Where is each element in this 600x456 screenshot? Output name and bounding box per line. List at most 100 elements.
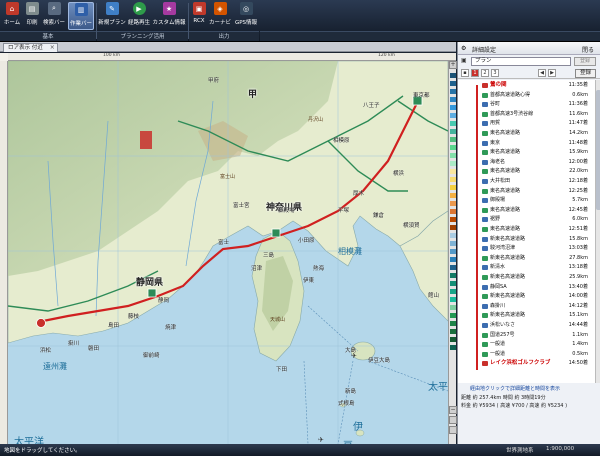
route-step-row[interactable]: 東名高速道路 12:45着 — [458, 207, 595, 214]
route-step-row[interactable]: 東名高速道路 14.2km — [458, 130, 595, 137]
route-step-row[interactable]: 海老名 12:00着 — [458, 159, 595, 166]
zoom-level[interactable] — [450, 89, 456, 94]
zoom-level[interactable] — [450, 305, 456, 310]
zoom-level[interactable] — [450, 217, 456, 222]
toolbar-button[interactable]: 1 — [471, 69, 479, 77]
zoom-level[interactable] — [450, 145, 456, 150]
search-bar-button[interactable]: ⌕ 検索バー — [43, 2, 65, 30]
route-step-row[interactable]: 首都高速3号渋谷線 11.6km — [458, 111, 595, 118]
zoom-level[interactable] — [450, 321, 456, 326]
route-step-name: 新東名高速道路 — [490, 274, 526, 280]
route-step-row[interactable]: 一般道 0.5km — [458, 351, 595, 358]
route-step-row[interactable]: 御殿場 5.7km — [458, 197, 595, 204]
zoom-level[interactable] — [450, 73, 456, 78]
zoom-level[interactable] — [450, 249, 456, 254]
home-button[interactable]: ⌂ ホーム — [3, 2, 21, 30]
zoom-level[interactable] — [450, 345, 456, 350]
map-option-button[interactable] — [449, 426, 457, 434]
custom-info-button[interactable]: ★ カスタム情報 — [153, 2, 186, 30]
route-step-row[interactable]: 静岡SA 13:40着 — [458, 284, 595, 291]
zoom-level[interactable] — [450, 121, 456, 126]
route-step-row[interactable]: 東名高速道路 15.9km — [458, 149, 595, 156]
register-button[interactable]: 登録 — [575, 69, 596, 78]
route-replay-button[interactable]: ▶ 経路再生 — [127, 2, 151, 30]
zoom-level[interactable] — [450, 225, 456, 230]
zoom-level[interactable] — [450, 201, 456, 206]
print-button[interactable]: ▤ 印刷 — [24, 2, 40, 30]
route-step-row[interactable]: 新東名高速道路 27.8km — [458, 255, 595, 262]
work-bar-button[interactable]: ▥ 作業バー — [68, 2, 94, 30]
zoom-level[interactable] — [450, 81, 456, 86]
route-step-row[interactable]: 東名高速道路 12:25着 — [458, 188, 595, 195]
new-plan-button[interactable]: ✎ 新規プラン — [98, 2, 126, 30]
zoom-level[interactable] — [450, 297, 456, 302]
route-step-row[interactable]: 大井松田 12:18着 — [458, 178, 595, 185]
zoom-out-button[interactable]: − — [449, 406, 457, 414]
route-step-row[interactable]: 用賀 11:47着 — [458, 120, 595, 127]
zoom-level[interactable] — [450, 337, 456, 342]
zoom-level[interactable] — [450, 257, 456, 262]
zoom-level[interactable] — [450, 329, 456, 334]
route-scrollbar[interactable] — [595, 80, 600, 383]
route-step-row[interactable]: 新東名高速道路 14:00着 — [458, 293, 595, 300]
toolbar-button[interactable]: 2 — [481, 69, 489, 77]
route-step-row[interactable]: 新東名高速道路 15.1km — [458, 312, 595, 319]
route-destination-row[interactable]: レイク浜松ゴルフクラブ 14:50着 — [458, 360, 595, 367]
scrollbar-thumb[interactable] — [596, 90, 600, 210]
route-step-row[interactable]: 東名高速道路 22.0km — [458, 168, 595, 175]
zoom-level[interactable] — [450, 105, 456, 110]
route-step-row[interactable]: 東京 11:48着 — [458, 140, 595, 147]
zoom-in-button[interactable]: + — [449, 61, 457, 69]
route-step-row[interactable]: 森掛川 14:12着 — [458, 303, 595, 310]
route-step-row[interactable]: 東名高速道路 12:51着 — [458, 226, 595, 233]
toolbar-button[interactable]: 3 — [491, 69, 499, 77]
gps-info-button[interactable]: ◎ GPS情報 — [234, 2, 258, 30]
map-tab[interactable]: ロア表示 付近 × — [3, 43, 58, 52]
zoom-level[interactable] — [450, 113, 456, 118]
toolbar-button[interactable]: ▪ — [461, 69, 469, 77]
route-step-row[interactable]: 新清水 13:18着 — [458, 264, 595, 271]
route-step-row[interactable]: 新東名高速道路 25.9km — [458, 274, 595, 281]
zoom-level[interactable] — [450, 137, 456, 142]
close-icon[interactable]: × — [50, 44, 55, 52]
zoom-level[interactable] — [450, 193, 456, 198]
map-canvas[interactable]: ✈ ✈ 神奈川県 静岡県 甲 相模灘 遠州灘 太平洋 太平洋 伊 豆 甲府 横浜… — [8, 61, 448, 444]
plan-register-button[interactable]: 登録 — [574, 57, 596, 66]
zoom-level[interactable] — [450, 169, 456, 174]
zoom-level[interactable] — [450, 185, 456, 190]
zoom-level[interactable] — [450, 161, 456, 166]
toolbar-button[interactable]: ▶ — [548, 69, 556, 77]
route-list[interactable]: 鶯の関 11:35着 首都高速道路心得 0.6km 谷町 11:36着 首都高速3号渋谷線 1… — [458, 80, 595, 383]
zoom-level[interactable] — [450, 313, 456, 318]
route-step-row[interactable]: 国道257号 1.1km — [458, 332, 595, 339]
route-step-row[interactable]: 一般道 1.4km — [458, 341, 595, 348]
panel-close-button[interactable]: 閉る — [582, 45, 594, 54]
zoom-level[interactable] — [450, 265, 456, 270]
zoom-level[interactable] — [450, 177, 456, 182]
zoom-level[interactable] — [450, 209, 456, 214]
car-nav-button[interactable]: ◈ カーナビ — [208, 2, 232, 30]
route-step-row[interactable]: 谷町 11:36着 — [458, 101, 595, 108]
map-option-button[interactable] — [449, 416, 457, 424]
zoom-bar[interactable]: + − — [448, 61, 457, 444]
rcx-button[interactable]: ▣ RCX — [192, 2, 206, 30]
zoom-level[interactable] — [450, 233, 456, 238]
zoom-level[interactable] — [450, 153, 456, 158]
toolbar-button[interactable]: ◀ — [538, 69, 546, 77]
plan-select[interactable]: プラン — [471, 57, 571, 66]
settings-icon[interactable]: ⚙ — [461, 45, 466, 52]
route-destination-row[interactable]: 鶯の関 11:35着 — [458, 82, 595, 89]
route-step-row[interactable]: 裾野 6.0km — [458, 216, 595, 223]
zoom-level[interactable] — [450, 289, 456, 294]
zoom-level[interactable] — [450, 281, 456, 286]
route-step-row[interactable]: 新東名高速道路 15.8km — [458, 236, 595, 243]
sea-label: 遠州灘 — [43, 362, 67, 371]
route-step-value: 14:50着 — [568, 360, 588, 367]
zoom-level[interactable] — [450, 129, 456, 134]
zoom-level[interactable] — [450, 241, 456, 246]
route-step-row[interactable]: 浜松いなさ 14:44着 — [458, 322, 595, 329]
route-step-row[interactable]: 首都高速道路心得 0.6km — [458, 92, 595, 99]
zoom-level[interactable] — [450, 97, 456, 102]
zoom-level[interactable] — [450, 273, 456, 278]
route-step-row[interactable]: 駿河湾沼津 13:03着 — [458, 245, 595, 252]
